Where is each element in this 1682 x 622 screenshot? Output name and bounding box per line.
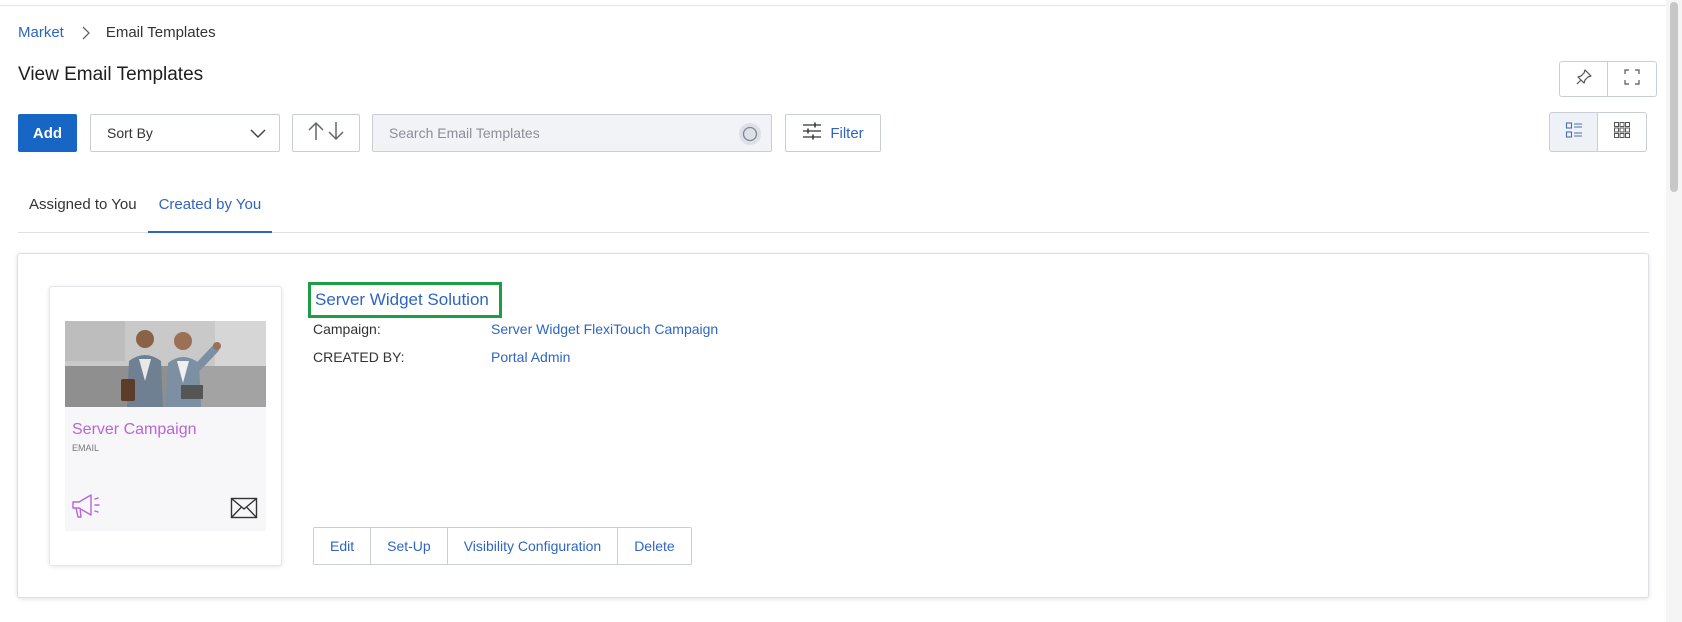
list-view-button[interactable] (1549, 112, 1598, 152)
visibility-configuration-button[interactable]: Visibility Configuration (447, 527, 619, 565)
breadcrumb: Market Email Templates (18, 24, 216, 41)
template-title-highlight: Server Widget Solution (308, 282, 502, 318)
breadcrumb-current: Email Templates (105, 24, 216, 41)
scrollbar-thumb[interactable] (1670, 2, 1678, 192)
sort-by-select[interactable]: Sort By (90, 114, 280, 152)
email-template-card: Server Campaign EMAIL Server Widget Solu… (17, 253, 1649, 598)
tab-bar: Assigned to You Created by You (18, 184, 1649, 233)
grid-view-icon (1613, 121, 1631, 144)
meta-created-by-label: CREATED BY: (313, 349, 405, 365)
vertical-scrollbar[interactable] (1666, 0, 1682, 622)
grid-view-button[interactable] (1598, 112, 1647, 152)
search-icon[interactable] (739, 123, 761, 145)
chevron-right-icon (80, 26, 92, 40)
pin-icon (1575, 68, 1593, 91)
sort-up-icon (307, 120, 325, 147)
filter-sliders-icon (802, 122, 822, 144)
meta-campaign-value[interactable]: Server Widget FlexiTouch Campaign (491, 321, 718, 337)
fullscreen-button[interactable] (1608, 61, 1657, 97)
megaphone-icon (71, 493, 103, 524)
list-view-icon (1565, 121, 1583, 144)
envelope-icon (230, 497, 258, 524)
view-toggle (1549, 112, 1647, 152)
thumbnail-preview: Server Campaign EMAIL (65, 321, 266, 531)
sort-down-icon (327, 120, 345, 147)
template-title-link[interactable]: Server Widget Solution (315, 290, 489, 310)
page-actions (1559, 61, 1657, 97)
sort-by-label: Sort By (107, 125, 153, 141)
setup-button[interactable]: Set-Up (371, 527, 448, 565)
meta-campaign-label: Campaign: (313, 321, 381, 337)
template-thumbnail[interactable]: Server Campaign EMAIL (49, 286, 282, 566)
delete-button[interactable]: Delete (618, 527, 692, 565)
tab-assigned-to-you[interactable]: Assigned to You (18, 184, 148, 233)
search-box (372, 114, 772, 152)
meta-created-by-value[interactable]: Portal Admin (491, 349, 570, 365)
top-divider (0, 5, 1666, 6)
thumbnail-photo (65, 321, 266, 407)
filter-button[interactable]: Filter (785, 114, 881, 152)
sort-order-button[interactable] (292, 114, 360, 152)
search-input[interactable] (389, 125, 729, 141)
filter-label: Filter (830, 124, 864, 142)
add-button[interactable]: Add (18, 114, 77, 152)
fullscreen-icon (1623, 68, 1641, 91)
pin-button[interactable] (1559, 61, 1608, 97)
thumbnail-title: Server Campaign (72, 421, 197, 438)
edit-button[interactable]: Edit (313, 527, 372, 565)
tab-created-by-you[interactable]: Created by You (147, 184, 273, 233)
template-actions: Edit Set-Up Visibility Configuration Del… (313, 527, 692, 565)
thumbnail-subtitle: EMAIL (72, 443, 100, 453)
chevron-down-icon (249, 126, 267, 143)
breadcrumb-link-market[interactable]: Market (18, 24, 64, 41)
page-title: View Email Templates (18, 64, 204, 85)
